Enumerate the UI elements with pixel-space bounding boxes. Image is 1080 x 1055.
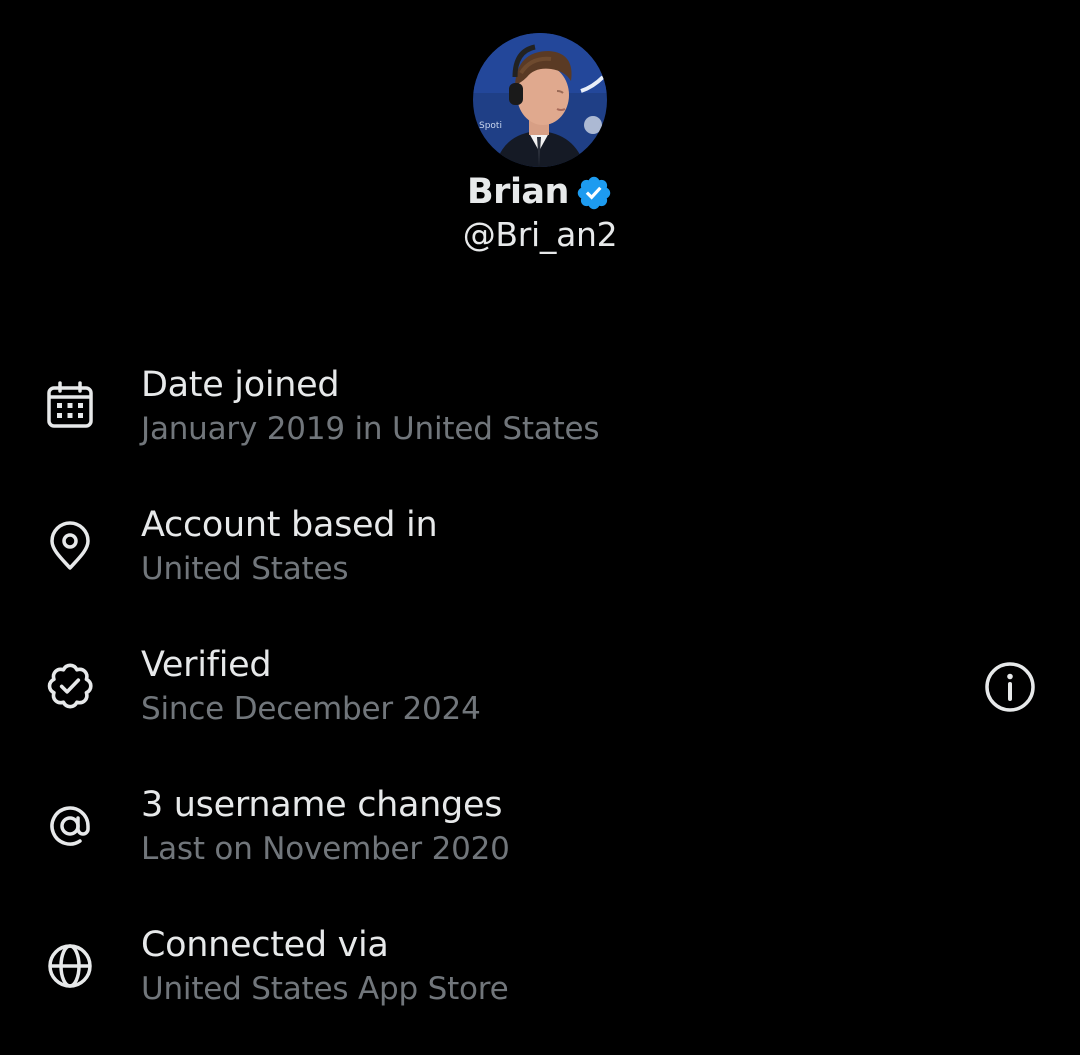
name-row: Brian	[0, 170, 1080, 214]
about-item-subtitle: Last on November 2020	[141, 831, 510, 867]
about-item-title: Date joined	[141, 365, 340, 405]
about-item-verified: Verified Since December 2024	[0, 645, 1080, 745]
verified-outline-icon	[43, 659, 97, 713]
about-item-title: Connected via	[141, 925, 389, 965]
about-item-connected-via: Connected via United States App Store	[0, 925, 1080, 1025]
about-item-subtitle: Since December 2024	[141, 691, 481, 727]
about-item-username-changes: 3 username changes Last on November 2020	[0, 785, 1080, 885]
about-item-subtitle: January 2019 in United States	[141, 411, 600, 447]
verified-badge-icon[interactable]	[575, 174, 613, 212]
about-item-title: 3 username changes	[141, 785, 503, 825]
about-item-title: Verified	[141, 645, 272, 685]
avatar[interactable]: Spoti	[473, 33, 607, 167]
svg-text:Spoti: Spoti	[479, 121, 502, 131]
handle: @Bri_an2	[462, 215, 618, 254]
about-item-account-based-in: Account based in United States	[0, 505, 1080, 605]
about-item-subtitle: United States	[141, 551, 349, 587]
about-item-subtitle: United States App Store	[141, 971, 509, 1007]
calendar-icon	[43, 379, 97, 433]
about-item-date-joined: Date joined January 2019 in United State…	[0, 365, 1080, 465]
info-icon[interactable]	[982, 659, 1038, 715]
display-name: Brian	[467, 172, 569, 212]
globe-icon	[43, 939, 97, 993]
at-sign-icon	[43, 799, 97, 853]
about-item-title: Account based in	[141, 505, 438, 545]
location-pin-icon	[43, 519, 97, 573]
